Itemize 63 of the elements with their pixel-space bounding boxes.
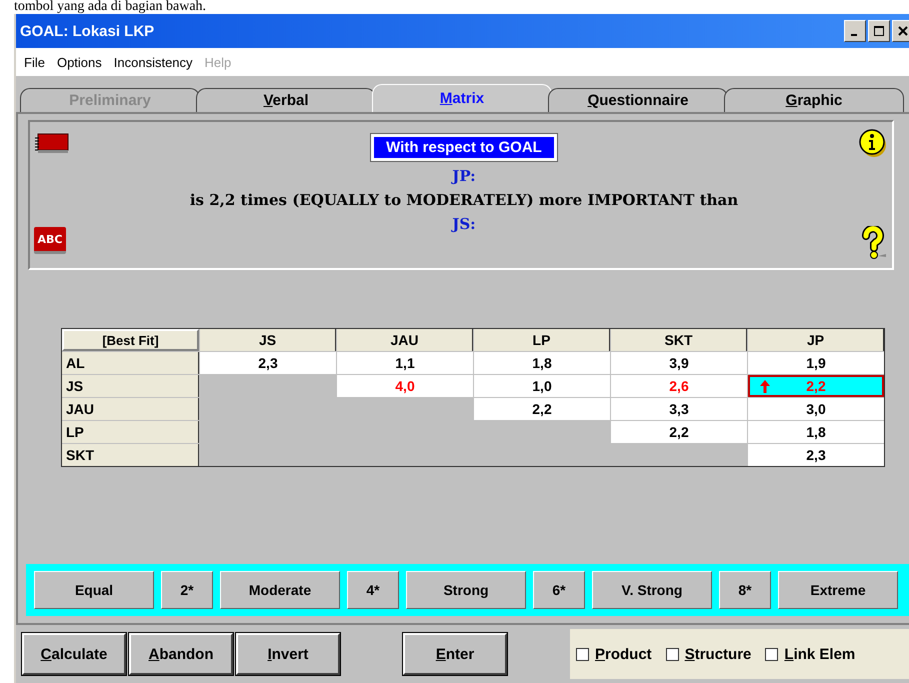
heading-label: With respect to GOAL bbox=[371, 134, 557, 161]
option-checkbox[interactable]: Structure bbox=[666, 646, 752, 662]
table-cell[interactable]: 2,2 bbox=[611, 421, 747, 443]
first-item-label: JP: bbox=[452, 167, 476, 185]
row-header: SKT bbox=[62, 444, 199, 466]
tab[interactable]: Questionnaire bbox=[548, 88, 728, 112]
comparison-statement: is 2,2 times (EQUALLY to MODERATELY) more IMPORTANT than bbox=[190, 191, 738, 209]
column-header: JAU bbox=[337, 329, 473, 351]
window-title: GOAL: Lokasi LKP bbox=[19, 22, 154, 40]
action-button[interactable]: Calculate bbox=[22, 633, 126, 675]
table-cell[interactable]: 2,3 bbox=[748, 444, 884, 466]
tab[interactable]: Graphic bbox=[724, 88, 904, 112]
arrow-up-icon bbox=[760, 380, 770, 392]
table-cell[interactable]: 1,8 bbox=[748, 421, 884, 443]
table-cell[interactable]: 3,9 bbox=[611, 352, 747, 374]
minimize-button[interactable] bbox=[844, 20, 866, 42]
scale-button[interactable]: 2* bbox=[161, 571, 213, 609]
scale-button[interactable]: 6* bbox=[533, 571, 585, 609]
scale-button[interactable]: Moderate bbox=[220, 571, 340, 609]
scale-button[interactable]: Strong bbox=[406, 571, 526, 609]
second-item-label: JS: bbox=[452, 215, 476, 233]
menu-item[interactable]: Inconsistency bbox=[114, 54, 193, 70]
info-icon[interactable] bbox=[858, 128, 887, 158]
scale-button[interactable]: 4* bbox=[347, 571, 399, 609]
table-cell[interactable]: 3,3 bbox=[611, 398, 747, 420]
scale-button[interactable]: Equal bbox=[34, 571, 154, 609]
column-header: LP bbox=[474, 329, 610, 351]
action-button[interactable]: Enter bbox=[403, 633, 507, 675]
option-checkbox[interactable]: Product bbox=[576, 646, 652, 662]
row-header: LP bbox=[62, 421, 199, 443]
close-icon bbox=[898, 26, 908, 36]
table-cell[interactable]: 1,9 bbox=[748, 352, 884, 374]
table-cell[interactable]: 1,1 bbox=[337, 352, 473, 374]
column-header: JS bbox=[200, 329, 336, 351]
row-header: JS bbox=[62, 375, 199, 397]
table-cell[interactable]: 1,0 bbox=[474, 375, 610, 397]
close-button[interactable] bbox=[892, 20, 909, 42]
tab[interactable]: Matrix bbox=[372, 84, 552, 112]
table-cell[interactable]: 3,0 bbox=[748, 398, 884, 420]
maximize-button[interactable] bbox=[868, 20, 890, 42]
action-button[interactable]: Abandon bbox=[129, 633, 233, 675]
maximize-icon bbox=[874, 26, 884, 36]
table-cell[interactable]: 2,2 bbox=[474, 398, 610, 420]
abc-book-icon: ABC bbox=[34, 227, 66, 254]
menu-item[interactable]: File bbox=[24, 54, 45, 70]
column-header: SKT bbox=[611, 329, 747, 351]
corner-header: [Best Fit] bbox=[62, 329, 199, 351]
scale-button[interactable]: Extreme bbox=[778, 571, 898, 609]
table-cell[interactable]: 2,6 bbox=[611, 375, 747, 397]
column-header: JP bbox=[748, 329, 884, 351]
table-cell[interactable]: 4,0 bbox=[337, 375, 473, 397]
table-cell[interactable]: 2,3 bbox=[200, 352, 336, 374]
action-button[interactable]: Invert bbox=[236, 633, 340, 675]
menu-item[interactable]: Options bbox=[56, 54, 102, 70]
minimize-icon bbox=[850, 34, 856, 36]
table-cell[interactable]: 1,8 bbox=[474, 352, 610, 374]
scale-button[interactable]: V. Strong bbox=[592, 571, 712, 609]
document-text: tombol yang ada di bagian bawah. bbox=[14, 0, 208, 14]
row-header: AL bbox=[62, 352, 199, 374]
scale-button[interactable]: 8* bbox=[719, 571, 771, 609]
book-icon bbox=[34, 132, 70, 154]
option-checkbox[interactable]: Link Elem bbox=[765, 646, 856, 662]
row-header: JAU bbox=[62, 398, 199, 420]
